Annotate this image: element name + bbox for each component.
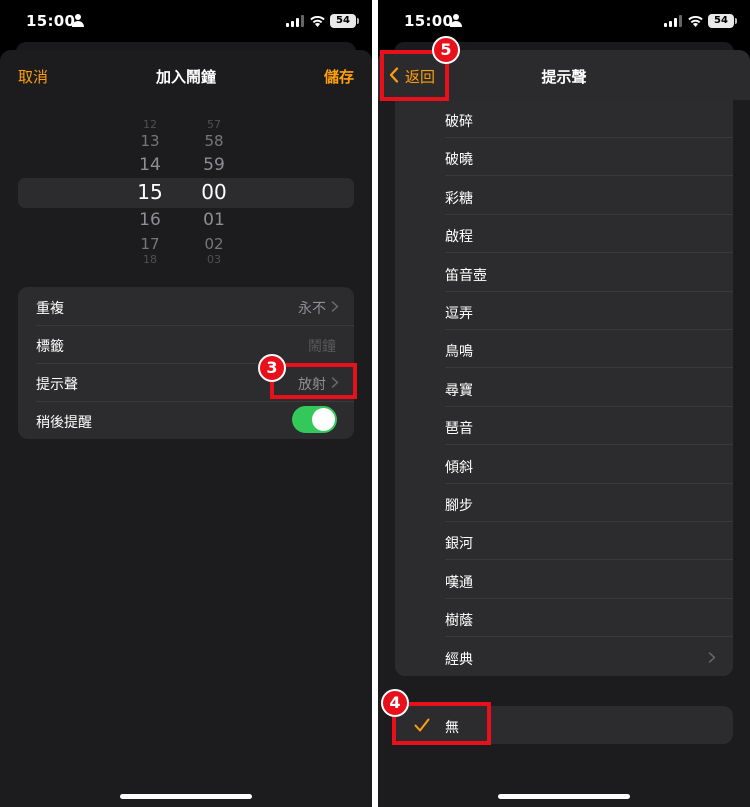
selected-hour: 15 (137, 180, 163, 204)
step-badge-5: 5 (432, 36, 460, 64)
time-picker[interactable]: 12 13 14 15 16 17 18 57 58 59 00 01 02 0… (0, 116, 372, 270)
minute-option: 03 (207, 253, 221, 266)
label-row[interactable]: 標籤 鬧鐘 (18, 325, 354, 363)
sound-option[interactable]: 樹蔭 (395, 599, 733, 638)
selected-minute: 00 (201, 180, 227, 204)
sound-option[interactable]: 逗弄 (395, 292, 733, 330)
minute-option: 57 (207, 118, 221, 131)
hour-wheel[interactable]: 12 13 14 15 16 17 18 (120, 116, 180, 270)
status-time: 15:00 (26, 12, 76, 30)
cellular-signal-icon (664, 15, 682, 27)
sound-option[interactable]: 破曉 (395, 138, 733, 177)
minute-wheel[interactable]: 57 58 59 00 01 02 03 (184, 116, 244, 270)
add-alarm-screen: 15:00 54 取消 加入鬧鐘 儲存 12 13 14 15 16 17 18… (0, 0, 372, 807)
sound-option-label: 琶音 (445, 421, 473, 438)
sound-list: 破碎破曉彩糖啟程笛音壺逗弄鳥鳴尋寶琶音傾斜腳步銀河嘆通樹蔭經典 (395, 100, 733, 676)
hour-option: 16 (139, 210, 161, 230)
label-row-label: 標籤 (36, 339, 64, 355)
sound-row[interactable]: 提示聲 放射 (18, 363, 354, 401)
sound-option-label: 銀河 (445, 536, 473, 553)
sound-option-label: 樹蔭 (445, 613, 473, 630)
sound-option-label: 腳步 (445, 498, 473, 514)
sound-option-label: 鳥鳴 (445, 344, 473, 361)
sound-option[interactable]: 啟程 (395, 215, 733, 254)
sound-option[interactable]: 傾斜 (395, 446, 733, 484)
add-alarm-sheet: 取消 加入鬧鐘 儲存 12 13 14 15 16 17 18 57 58 59… (0, 50, 372, 807)
save-button[interactable]: 儲存 (324, 66, 354, 87)
step-badge-3: 3 (258, 354, 286, 382)
minute-option: 58 (204, 132, 224, 150)
sound-option[interactable]: 琶音 (395, 407, 733, 446)
sound-option[interactable]: 尋寶 (395, 369, 733, 407)
home-indicator (498, 794, 630, 799)
sound-value: 放射 (298, 377, 326, 393)
sound-option[interactable]: 破碎 (395, 100, 733, 138)
home-indicator (120, 794, 252, 799)
wifi-icon (688, 15, 703, 27)
sound-option-label: 破碎 (445, 114, 473, 130)
chevron-right-icon (331, 301, 339, 312)
none-option[interactable]: 無 (395, 706, 733, 744)
sound-option-label: 尋寶 (445, 382, 473, 399)
sound-option-label: 嘆通 (445, 574, 473, 591)
status-time: 15:00 (404, 12, 454, 30)
sound-picker-sheet: 返回 提示聲 破碎 破曉 彩糖 啟程 笛音壺 逗弄 鳥鳴 尋寶 琶音 傾斜 腳步 銀河 嘆通 樹蔭 經典 無 (378, 50, 750, 807)
battery-indicator: 54 (708, 14, 737, 28)
hour-option: 14 (139, 155, 161, 175)
sound-option[interactable]: 彩糖 (395, 177, 733, 215)
sound-option[interactable]: 鳥鳴 (395, 330, 733, 369)
hour-option: 12 (143, 118, 157, 131)
repeat-row[interactable]: 重複 永不 (18, 287, 354, 325)
sound-option[interactable]: 銀河 (395, 522, 733, 561)
sound-option[interactable]: 嘆通 (395, 561, 733, 599)
minute-option: 02 (204, 235, 224, 253)
battery-indicator: 54 (330, 14, 359, 28)
sound-option-label: 破曉 (445, 152, 473, 169)
sound-option-label: 傾斜 (445, 459, 473, 476)
hour-option: 17 (140, 235, 160, 253)
step-badge-4: 4 (381, 689, 409, 717)
sound-option[interactable]: 腳步 (395, 484, 733, 522)
chevron-right-icon (708, 651, 716, 663)
alarm-settings-list: 重複 永不 標籤 鬧鐘 提示聲 放射 稍後提醒 (18, 287, 354, 439)
none-option-label: 無 (445, 720, 459, 736)
page-title: 提示聲 (541, 68, 587, 86)
chevron-right-icon (331, 377, 339, 388)
sound-option-label: 啟程 (445, 229, 473, 246)
status-bar: 15:00 54 (378, 0, 750, 42)
checkmark-icon (414, 718, 430, 732)
sound-picker-screen: 15:00 54 返回 提示聲 破碎 破曉 彩糖 啟程 笛音壺 逗弄 鳥鳴 尋寶 琶音 傾斜 腳步銀… (378, 0, 750, 807)
person-icon (450, 14, 462, 27)
minute-option: 59 (203, 155, 225, 175)
sound-option-label: 逗弄 (445, 306, 473, 322)
sound-option[interactable]: 笛音壺 (395, 254, 733, 292)
page-title: 加入鬧鐘 (155, 68, 216, 86)
status-bar: 15:00 54 (0, 0, 372, 42)
snooze-label: 稍後提醒 (36, 415, 92, 431)
sound-option-label: 經典 (445, 651, 473, 668)
hour-option: 18 (143, 253, 157, 266)
sound-option[interactable]: 經典 (395, 638, 733, 676)
snooze-toggle[interactable] (292, 406, 337, 433)
hour-option: 13 (140, 132, 160, 150)
cellular-signal-icon (286, 15, 304, 27)
person-icon (72, 14, 84, 27)
repeat-value: 永不 (298, 301, 326, 317)
repeat-label: 重複 (36, 301, 64, 317)
sound-option-label: 笛音壺 (445, 267, 487, 284)
wifi-icon (310, 15, 325, 27)
snooze-row: 稍後提醒 (18, 401, 354, 439)
sound-label: 提示聲 (36, 377, 78, 393)
toggle-knob (312, 408, 335, 431)
label-field[interactable]: 鬧鐘 (308, 336, 336, 356)
sound-option-label: 彩糖 (445, 190, 473, 207)
minute-option: 01 (203, 210, 225, 230)
